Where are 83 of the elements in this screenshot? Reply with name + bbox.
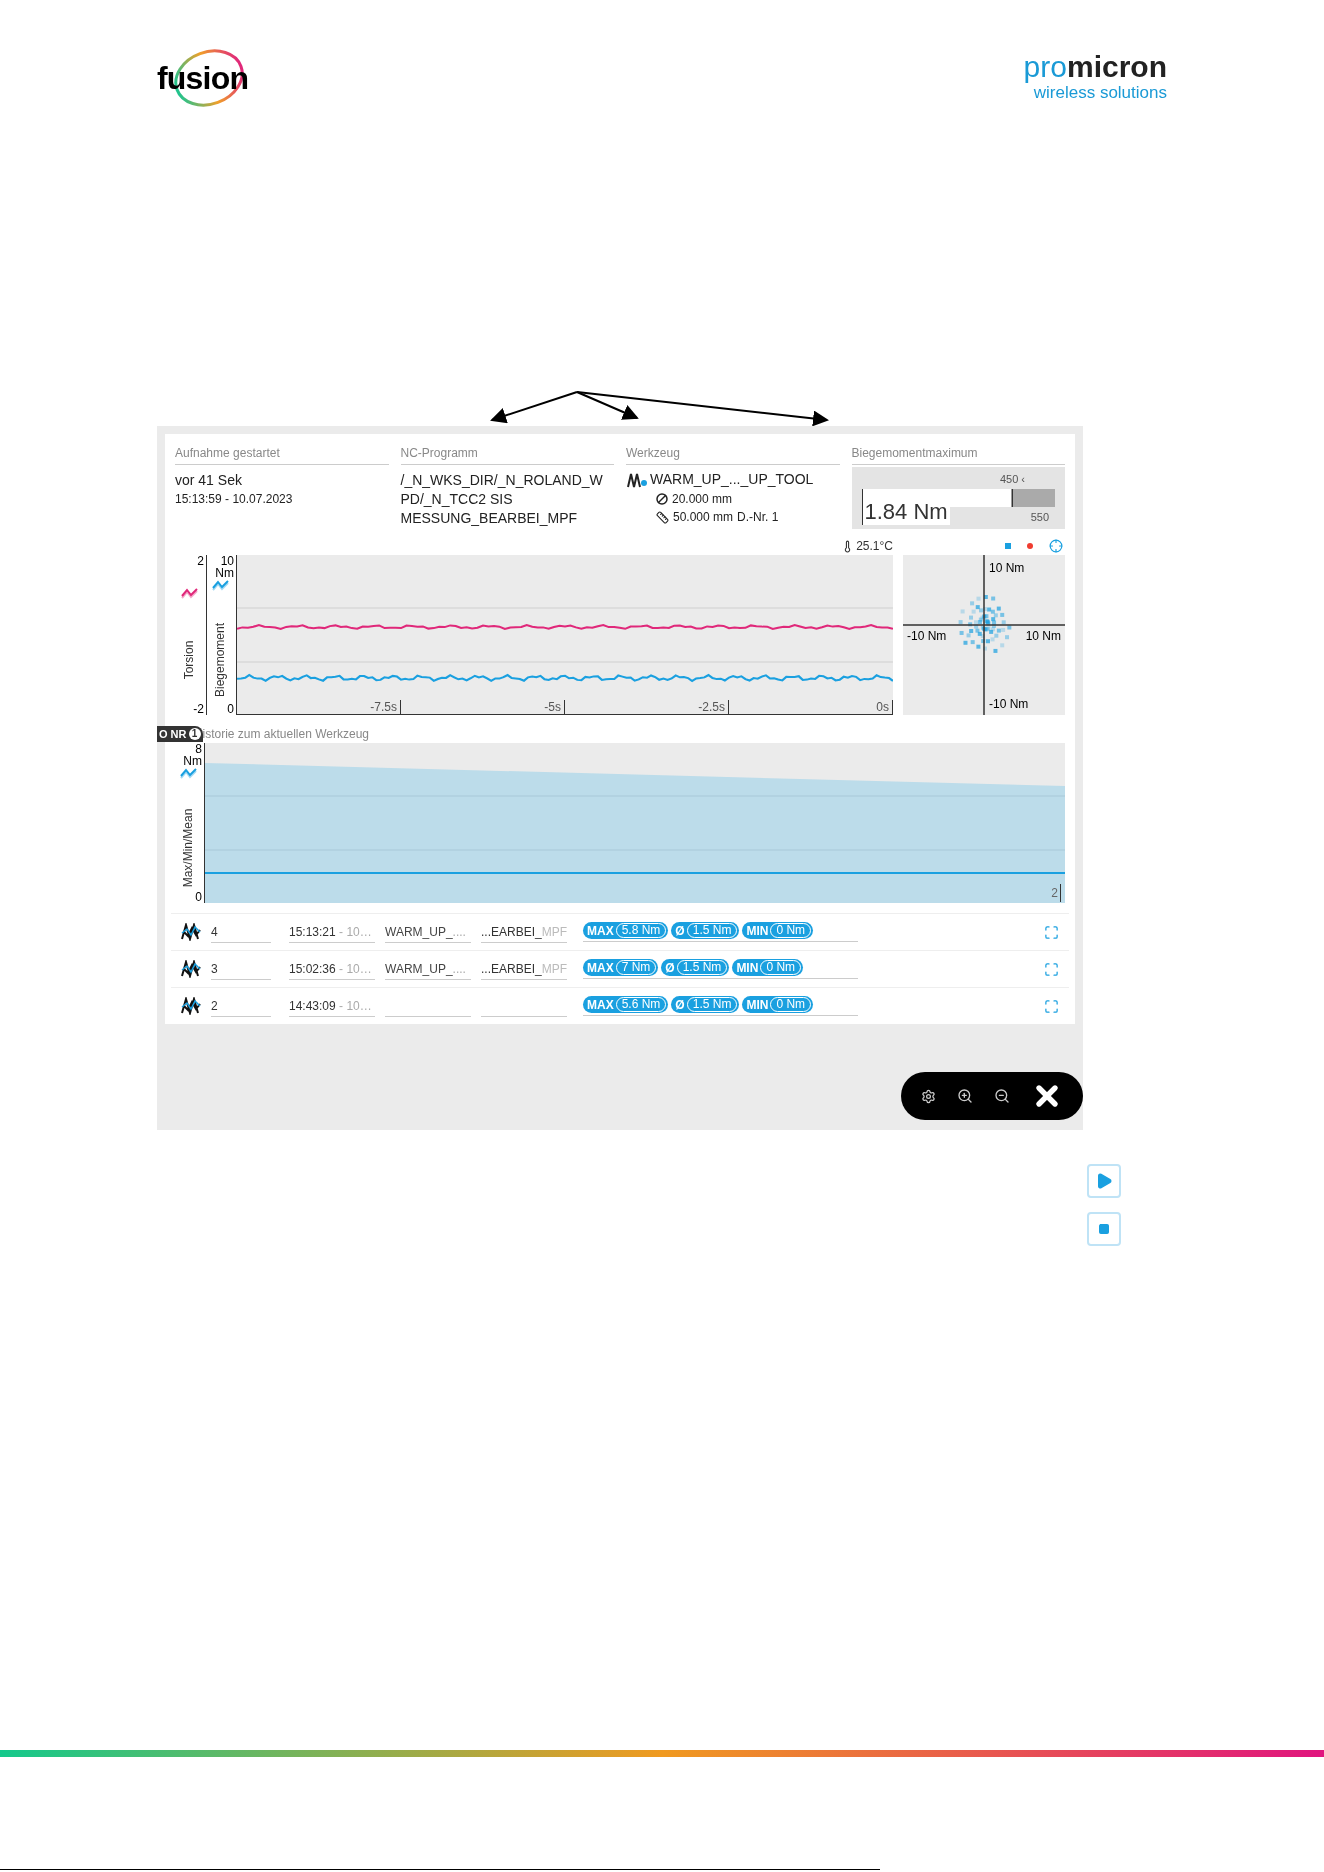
waveform-icon	[181, 997, 201, 1015]
history-row[interactable]: 4 15:13:21 - 10… WARM_UP_.... ...EARBEI_MPF MAX 5.8 Nm Ø 1.5 Nm MIN 0 Nm	[171, 913, 1069, 950]
expand-icon[interactable]	[1044, 924, 1059, 940]
value-pill: MAX 5.6 Nm	[583, 996, 669, 1013]
history-row[interactable]: 2 14:43:09 - 10… MAX 5.6 Nm Ø 1.5 Nm MIN 0 Nm	[171, 987, 1069, 1024]
axis-tick: -2	[193, 703, 204, 715]
summary-text: PD/_N_TCC2 SIS	[400, 490, 514, 509]
promicron-logo: promicron wireless solutions	[1023, 52, 1167, 104]
square-icon	[1005, 543, 1011, 549]
tool-name: WARM_UP_..._UP_TOOL	[650, 470, 814, 489]
summary-text: 15:13:59 - 10.07.2023	[175, 491, 294, 508]
row-time: 15:02:36 - 10…	[289, 958, 375, 980]
tool-diameter: 20.000 mm	[672, 491, 733, 508]
column-label: Biegemomentmaximum	[851, 444, 1065, 465]
value-pill: MIN 0 Nm	[742, 922, 814, 939]
crosshair-icon[interactable]	[1049, 539, 1063, 553]
axis-unit: Nm	[215, 567, 234, 579]
row-time: 14:43:09 - 10…	[289, 995, 375, 1017]
axis-tick: 10	[220, 555, 234, 567]
time-tick: 0s	[876, 700, 893, 714]
scatter-label: -10 Nm	[907, 628, 947, 645]
bending-wave-icon	[179, 767, 198, 779]
axis-title: Max/Min/Mean	[180, 808, 197, 888]
gauge-warning-label: 450 ‹	[999, 472, 1025, 487]
expand-icon[interactable]	[1044, 961, 1059, 977]
axis-tick: 2	[1051, 884, 1061, 902]
bending-wave-icon	[211, 579, 230, 591]
axis-tick: 0	[195, 891, 202, 903]
value-pill: Ø 1.5 Nm	[671, 996, 740, 1013]
expand-icon[interactable]	[1044, 998, 1059, 1014]
row-program: ...EARBEI_MPF	[481, 921, 567, 943]
value-pill: MIN 0 Nm	[732, 959, 804, 976]
temperature: 25.1°C	[856, 538, 893, 555]
time-tick: -2.5s	[698, 700, 729, 714]
tool-number: D.-Nr. 1	[737, 509, 779, 526]
waveform-icon	[181, 923, 201, 941]
zoom-in-icon[interactable]	[957, 1088, 974, 1104]
stop-button[interactable]	[1087, 1212, 1121, 1246]
row-time: 15:13:21 - 10…	[289, 921, 375, 943]
diameter-icon	[656, 493, 668, 505]
axis-tick: 2	[197, 555, 204, 567]
row-tool: WARM_UP_....	[385, 921, 471, 943]
history-row[interactable]: 3 15:02:36 - 10… WARM_UP_.... ...EARBEI_MPF MAX 7 Nm Ø 1.5 Nm MIN 0 Nm	[171, 950, 1069, 987]
value-pill: MIN 0 Nm	[742, 996, 814, 1013]
zoom-out-icon[interactable]	[993, 1088, 1010, 1104]
point-cluster	[958, 595, 1012, 653]
axis-tick: 8	[195, 743, 202, 755]
axis-title: Biegemoment	[212, 623, 229, 697]
row-number: 3	[211, 958, 271, 980]
axis-unit: Nm	[183, 755, 202, 767]
summary-text: MESSUNG_BEARBEI_MPF	[400, 509, 579, 528]
tool-icon	[626, 471, 648, 488]
row-program: ...EARBEI_MPF	[481, 958, 567, 980]
scatter-label: 10 Nm	[989, 560, 1025, 577]
value-pill: MAX 7 Nm	[583, 959, 659, 976]
scatter-label: -10 Nm	[989, 696, 1029, 713]
row-number: 2	[211, 995, 271, 1017]
column-label: Werkzeug	[626, 444, 840, 465]
axis-title: Torsion	[181, 640, 198, 680]
ruler-icon	[656, 510, 669, 524]
column-label: NC-Programm	[400, 444, 614, 465]
history-title: istorie zum aktuellen Werkzeug	[202, 726, 370, 743]
row-number: 4	[211, 921, 271, 943]
gauge-limit-label: 550	[1030, 509, 1049, 525]
value-pill: Ø 1.5 Nm	[671, 922, 740, 939]
time-tick: -5s	[544, 700, 565, 714]
summary-text: /_N_WKS_DIR/_N_ROLAND_W	[400, 471, 604, 490]
settings-icon[interactable]	[921, 1088, 937, 1104]
play-icon	[1095, 1172, 1113, 1190]
value-pill: MAX 5.8 Nm	[583, 922, 669, 939]
axis-tick: 0	[227, 703, 234, 715]
torsion-wave-icon	[180, 587, 199, 599]
tool-length: 50.000 mm	[673, 509, 734, 526]
column-label: Aufnahme gestartet	[175, 444, 389, 465]
value-pill: Ø 1.5 Nm	[661, 959, 730, 976]
stop-icon	[1098, 1223, 1110, 1235]
summary-text: vor 41 Sek	[175, 471, 243, 490]
row-tool: WARM_UP_....	[385, 958, 471, 980]
number-badge: O NR 1	[157, 725, 203, 743]
scatter-label: 10 Nm	[1025, 628, 1061, 645]
waveform-icon	[181, 960, 201, 978]
time-tick: -7.5s	[370, 700, 401, 714]
play-button[interactable]	[1087, 1164, 1121, 1198]
